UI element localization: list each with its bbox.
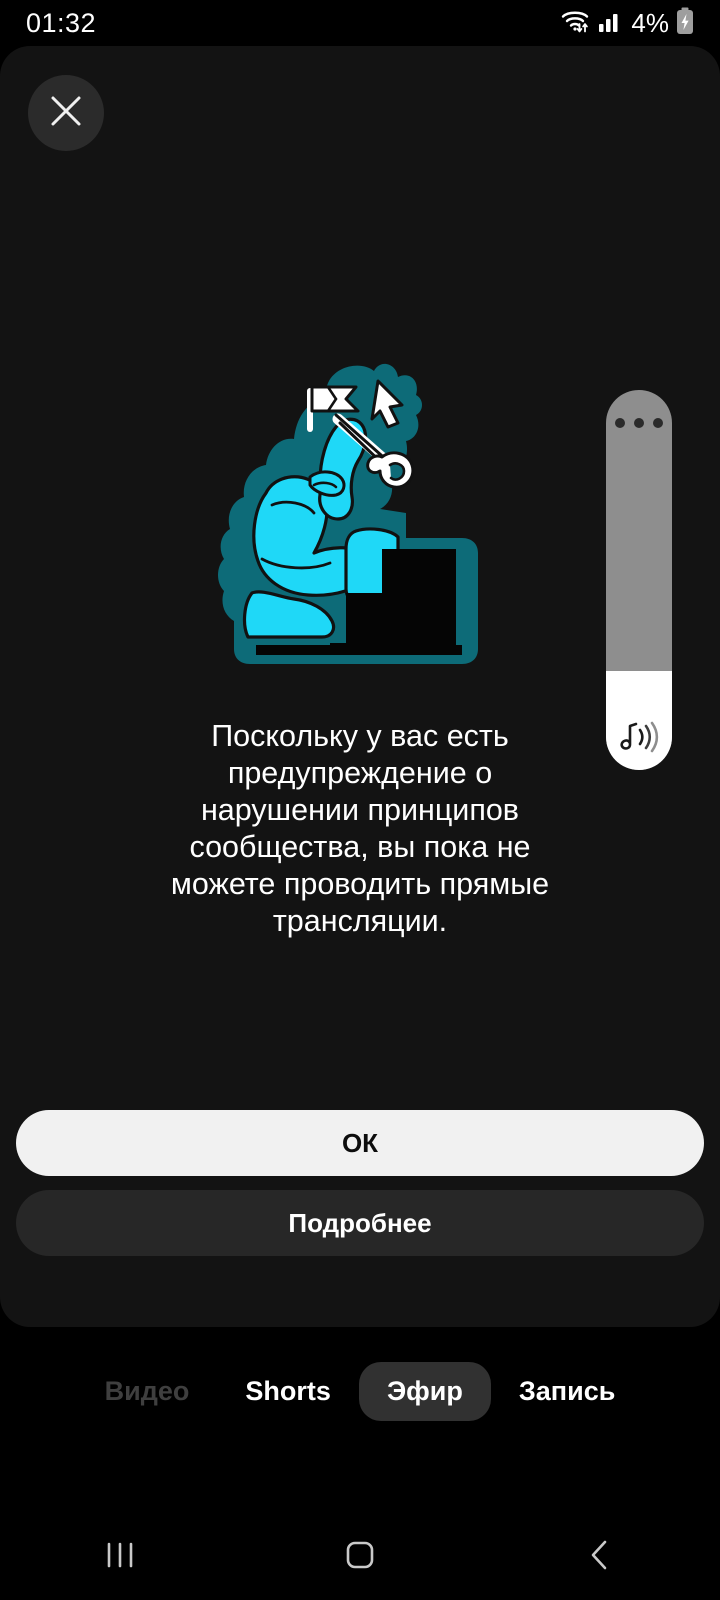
learn-more-button[interactable]: Подробнее bbox=[16, 1190, 704, 1256]
dot bbox=[653, 418, 663, 428]
music-note-sound-icon[interactable] bbox=[606, 716, 672, 756]
ok-button[interactable]: ОК bbox=[16, 1110, 704, 1176]
more-dots-icon[interactable] bbox=[606, 418, 672, 428]
recents-button[interactable] bbox=[60, 1514, 180, 1600]
tab-record[interactable]: Запись bbox=[491, 1362, 643, 1421]
wifi-updown-icon bbox=[561, 8, 591, 39]
volume-slider[interactable] bbox=[606, 390, 672, 770]
capture-mode-tabs: Видео Shorts Эфир Запись bbox=[0, 1352, 720, 1430]
phone-screen: 01:32 4% Поскольку у вас есть предупрежд… bbox=[0, 0, 720, 1600]
close-icon bbox=[45, 90, 87, 137]
home-button[interactable] bbox=[300, 1514, 420, 1600]
battery-charging-icon bbox=[676, 7, 694, 40]
dot bbox=[615, 418, 625, 428]
battery-percent-label: 4% bbox=[631, 7, 669, 38]
status-icons: 4% bbox=[561, 7, 694, 40]
back-button[interactable] bbox=[540, 1514, 660, 1600]
status-clock: 01:32 bbox=[26, 7, 97, 38]
signal-bars-icon bbox=[598, 9, 624, 38]
close-button[interactable] bbox=[28, 75, 104, 151]
recents-icon bbox=[103, 1540, 137, 1575]
status-bar: 01:32 4% bbox=[0, 0, 720, 46]
back-chevron-icon bbox=[585, 1538, 615, 1577]
tab-live[interactable]: Эфир bbox=[358, 1361, 491, 1421]
tab-shorts[interactable]: Shorts bbox=[217, 1362, 359, 1421]
restriction-message: Поскольку у вас есть предупреждение о на… bbox=[170, 719, 550, 938]
tab-video[interactable]: Видео bbox=[77, 1362, 218, 1421]
home-icon bbox=[344, 1539, 376, 1576]
dialog-actions: ОК Подробнее bbox=[16, 1110, 704, 1256]
dot bbox=[634, 418, 644, 428]
android-nav-bar bbox=[0, 1514, 720, 1600]
